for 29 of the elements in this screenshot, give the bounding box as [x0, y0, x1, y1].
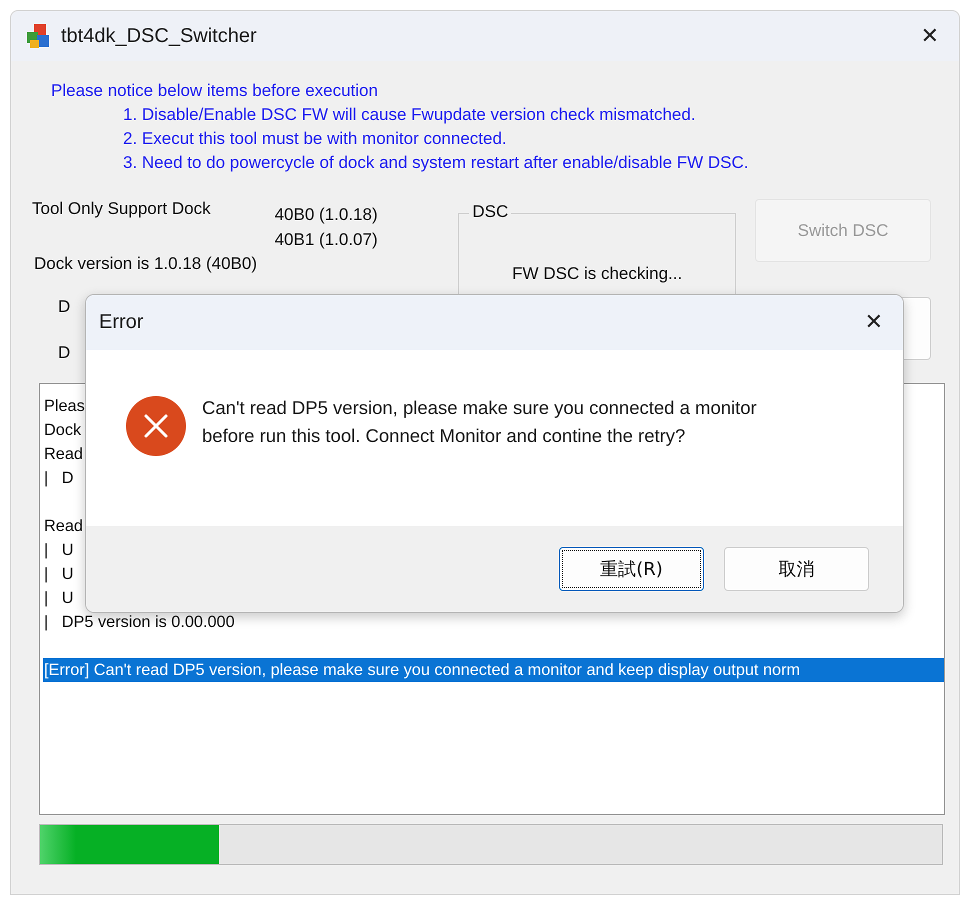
- notice-heading: Please notice below items before execution: [51, 80, 379, 102]
- version-text: 40B1 (1.0.07): [274, 229, 378, 251]
- support-label: Tool Only Support Dock: [32, 199, 211, 220]
- error-message: Can't read DP5 version, please make sure you connected a monitor before run this tool. Connect Monitor and contine the retry?: [202, 396, 758, 448]
- log-line: | DP5 version is 0.00.000: [43, 612, 235, 633]
- notice-item: 3. Need to do powercycle of dock and system restart after enable/disable FW DSC.: [122, 152, 750, 174]
- row-label: D: [58, 343, 72, 363]
- row-label: D: [58, 297, 72, 317]
- error-icon: [126, 396, 186, 456]
- log-line: | D: [43, 468, 74, 489]
- close-button[interactable]: ✕: [856, 306, 891, 339]
- dock-version-text: Dock version is 1.0.18 (40B0): [34, 254, 258, 274]
- log-line: Pleas: [43, 396, 85, 417]
- retry-button[interactable]: 重試(R): [559, 547, 704, 591]
- log-line: | U: [43, 540, 74, 561]
- dialog-title: Error: [99, 311, 144, 334]
- cubes-icon: [25, 23, 51, 49]
- window-title: tbt4dk_DSC_Switcher: [61, 24, 258, 48]
- cancel-button[interactable]: 取消: [724, 547, 869, 591]
- close-button[interactable]: ✕: [912, 20, 947, 52]
- notice-item: 2. Execut this tool must be with monitor connected.: [122, 128, 508, 150]
- log-line: Read: [43, 444, 83, 465]
- log-line: Read: [43, 516, 83, 537]
- log-line: Dock: [43, 420, 82, 441]
- version-text: 40B0 (1.0.18): [274, 204, 378, 226]
- log-line: | U: [43, 564, 74, 585]
- dsc-status: FW DSC is checking...: [512, 264, 682, 284]
- notice-item: 1. Disable/Enable DSC FW will cause Fwupdate version check mismatched.: [122, 104, 697, 126]
- log-line: | U: [43, 588, 74, 609]
